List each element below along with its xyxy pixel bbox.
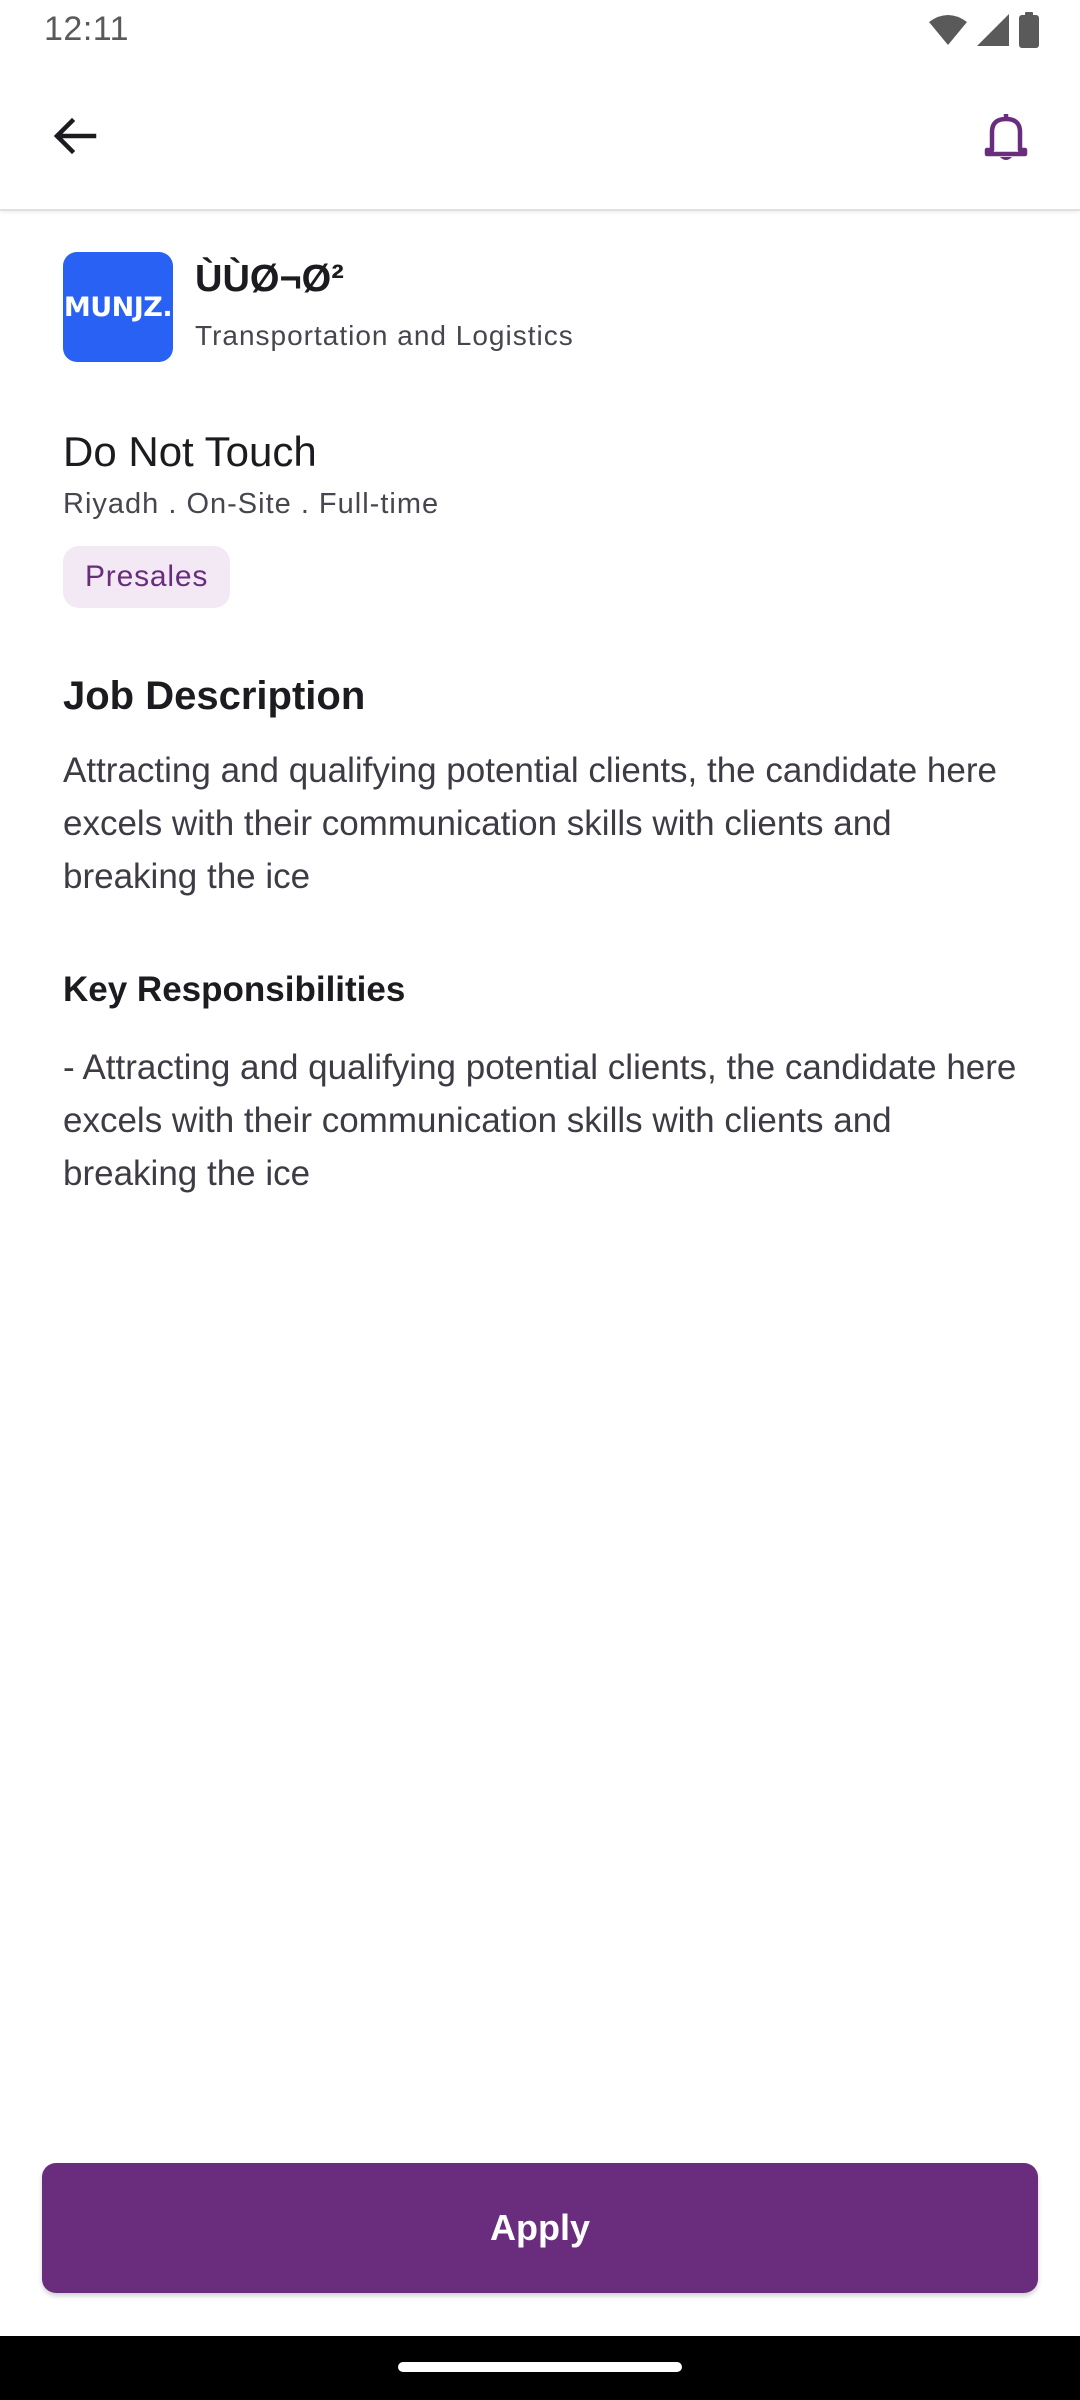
apply-button[interactable]: Apply — [42, 2163, 1038, 2293]
home-indicator[interactable] — [398, 2362, 682, 2372]
status-time: 12:11 — [44, 10, 130, 48]
company-logo: MUNJZ. — [63, 252, 173, 362]
key-responsibilities-heading: Key Responsibilities — [63, 970, 406, 1009]
company-name: ÙÙØ¬Ø² — [195, 258, 344, 300]
key-responsibilities-text: - Attracting and qualifying potential cl… — [63, 1048, 1017, 1193]
battery-icon — [1019, 12, 1039, 48]
job-category-tag: Presales — [63, 546, 231, 608]
navigation-bar — [0, 2336, 1080, 2400]
arrow-back-icon — [53, 117, 97, 155]
back-button[interactable] — [38, 100, 110, 172]
status-icons — [928, 12, 1040, 48]
job-title: Do Not Touch — [63, 428, 317, 475]
job-description-text: Attracting and qualifying potential clie… — [63, 751, 997, 896]
job-meta: Riyadh . On-Site . Full-time — [63, 488, 440, 520]
job-description-heading: Job Description — [63, 674, 366, 718]
notifications-button[interactable] — [970, 100, 1042, 172]
signal-icon — [977, 14, 1009, 46]
company-industry: Transportation and Logistics — [195, 320, 574, 351]
wifi-icon — [929, 15, 967, 45]
status-bar: 12:11 — [0, 0, 1080, 62]
app-bar — [0, 62, 1080, 211]
bell-icon — [984, 114, 1028, 160]
